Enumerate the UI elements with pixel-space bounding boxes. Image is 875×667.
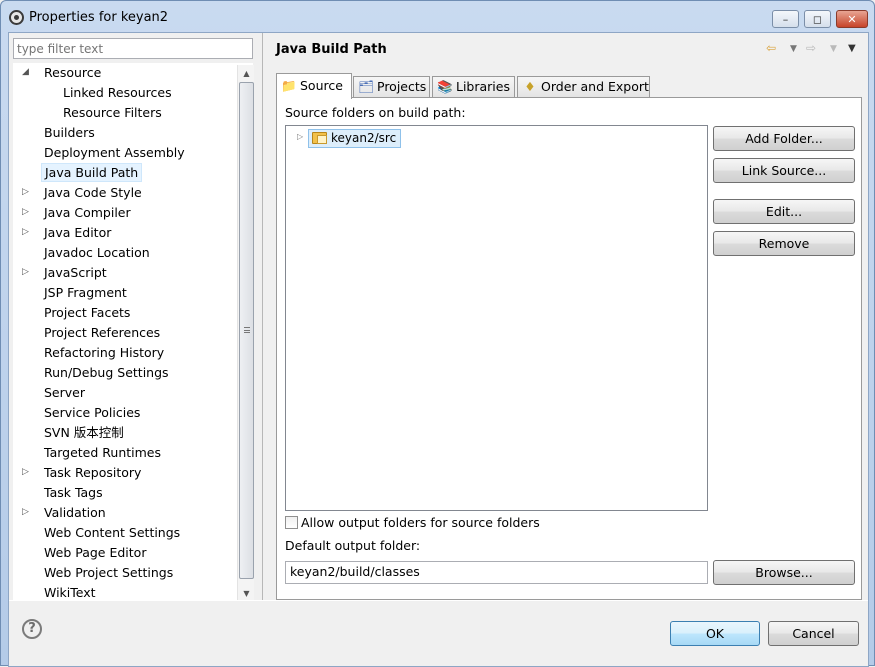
tree-item-label: Resource Filters <box>63 105 162 120</box>
tree-item-label: Web Project Settings <box>44 565 174 580</box>
close-button[interactable]: ✕ <box>836 10 868 28</box>
property-tree[interactable]: ◢ Resource Linked Resources Resource Filter… <box>13 63 253 600</box>
scroll-up-icon[interactable]: ▲ <box>238 65 255 82</box>
expand-toggle-icon[interactable]: ▷ <box>297 132 303 141</box>
order-export-icon: ♦ <box>524 79 536 94</box>
tree-item-label: Resource <box>44 65 102 80</box>
edit-button[interactable]: Edit... <box>713 199 855 224</box>
back-arrow-icon[interactable]: ⇦ <box>766 41 776 55</box>
browse-button[interactable]: Browse... <box>713 560 855 585</box>
source-folder-icon: 📁 <box>281 78 297 93</box>
tree-item-label: Java Compiler <box>44 205 131 220</box>
title-bar[interactable]: Properties for keyan2 – ◻ ✕ <box>1 1 874 34</box>
cancel-button[interactable]: Cancel <box>768 621 859 646</box>
tree-item-label: Service Policies <box>44 405 141 420</box>
source-folder-list[interactable]: ▷ keyan2/src <box>285 125 708 511</box>
panel-divider[interactable] <box>262 33 263 600</box>
tree-item-label: Project Facets <box>44 305 131 320</box>
projects-icon: 🗂 <box>358 79 374 94</box>
properties-window: Properties for keyan2 – ◻ ✕ ◢ Resource Lin… <box>0 0 875 667</box>
tree-item-label: Task Repository <box>44 465 142 480</box>
default-output-field[interactable]: keyan2/build/classes <box>285 561 708 584</box>
tree-item-label: Project References <box>44 325 161 340</box>
tree-item-label: Web Content Settings <box>44 525 181 540</box>
tree-item-label: Server <box>44 385 85 400</box>
page-title: Java Build Path <box>276 42 387 57</box>
expand-toggle-icon[interactable]: ▷ <box>22 263 32 282</box>
tree-item-label: Java Code Style <box>44 185 142 200</box>
expand-toggle-icon[interactable]: ▷ <box>22 463 32 482</box>
forward-menu-icon[interactable]: ▼ <box>830 44 837 54</box>
tree-item-label: Java Build Path <box>41 163 143 182</box>
tree-item-label: Linked Resources <box>63 85 172 100</box>
tree-item-label: Run/Debug Settings <box>44 365 169 380</box>
ok-button[interactable]: OK <box>670 621 760 646</box>
allow-output-label[interactable]: Allow output folders for source folders <box>301 515 540 530</box>
tab-libraries[interactable]: 📚 Libraries <box>432 76 515 98</box>
expand-toggle-icon[interactable]: ◢ <box>22 63 32 82</box>
grip-icon <box>244 327 250 333</box>
tree-item-label: Builders <box>44 125 95 140</box>
tree-item-label: JavaScript <box>44 265 107 280</box>
tree-item-label: JSP Fragment <box>44 285 127 300</box>
link-source-button[interactable]: Link Source... <box>713 158 855 183</box>
eclipse-icon <box>9 10 24 25</box>
package-folder-icon <box>312 132 327 144</box>
tab-source[interactable]: 📁 Source <box>276 73 352 99</box>
tree-item-label: Validation <box>44 505 106 520</box>
tree-item-label: Targeted Runtimes <box>44 445 161 460</box>
add-folder-button[interactable]: Add Folder... <box>713 126 855 151</box>
tree-scrollbar[interactable]: ▲ ▼ <box>237 65 254 602</box>
dialog-client: ◢ Resource Linked Resources Resource Filter… <box>8 32 869 667</box>
forward-arrow-icon[interactable]: ⇨ <box>806 41 816 55</box>
source-folders-heading: Source folders on build path: <box>285 105 466 120</box>
back-menu-icon[interactable]: ▼ <box>790 44 797 54</box>
tree-item-label: Java Editor <box>44 225 112 240</box>
allow-output-checkbox[interactable] <box>285 516 298 529</box>
dialog-footer: ? OK Cancel <box>9 600 868 666</box>
help-icon[interactable]: ? <box>22 619 42 639</box>
libraries-icon: 📚 <box>437 79 453 94</box>
tree-item-label: Refactoring History <box>44 345 165 360</box>
expand-toggle-icon[interactable]: ▷ <box>22 223 32 242</box>
source-folder-item[interactable]: keyan2/src <box>308 129 402 148</box>
tree-item-label: Javadoc Location <box>44 245 150 260</box>
tree-item-label: WikiText <box>44 585 96 600</box>
remove-button[interactable]: Remove <box>713 231 855 256</box>
tree-item-label: Web Page Editor <box>44 545 147 560</box>
expand-toggle-icon[interactable]: ▷ <box>22 203 32 222</box>
scroll-thumb[interactable] <box>239 82 254 579</box>
minimize-button[interactable]: – <box>772 10 799 28</box>
expand-toggle-icon[interactable]: ▷ <box>22 503 32 522</box>
tab-order-and-export[interactable]: ♦ Order and Export <box>517 76 650 98</box>
tree-item-label: Task Tags <box>44 485 103 500</box>
tab-projects[interactable]: 🗂 Projects <box>353 76 430 98</box>
window-title: Properties for keyan2 <box>29 10 169 25</box>
default-output-label: Default output folder: <box>285 538 421 553</box>
tree-item-label: Deployment Assembly <box>44 145 185 160</box>
expand-toggle-icon[interactable]: ▷ <box>22 183 32 202</box>
maximize-button[interactable]: ◻ <box>804 10 831 28</box>
filter-input[interactable] <box>13 38 253 59</box>
tree-item-label: SVN 版本控制 <box>44 425 124 440</box>
view-menu-icon[interactable]: ▼ <box>848 43 856 54</box>
